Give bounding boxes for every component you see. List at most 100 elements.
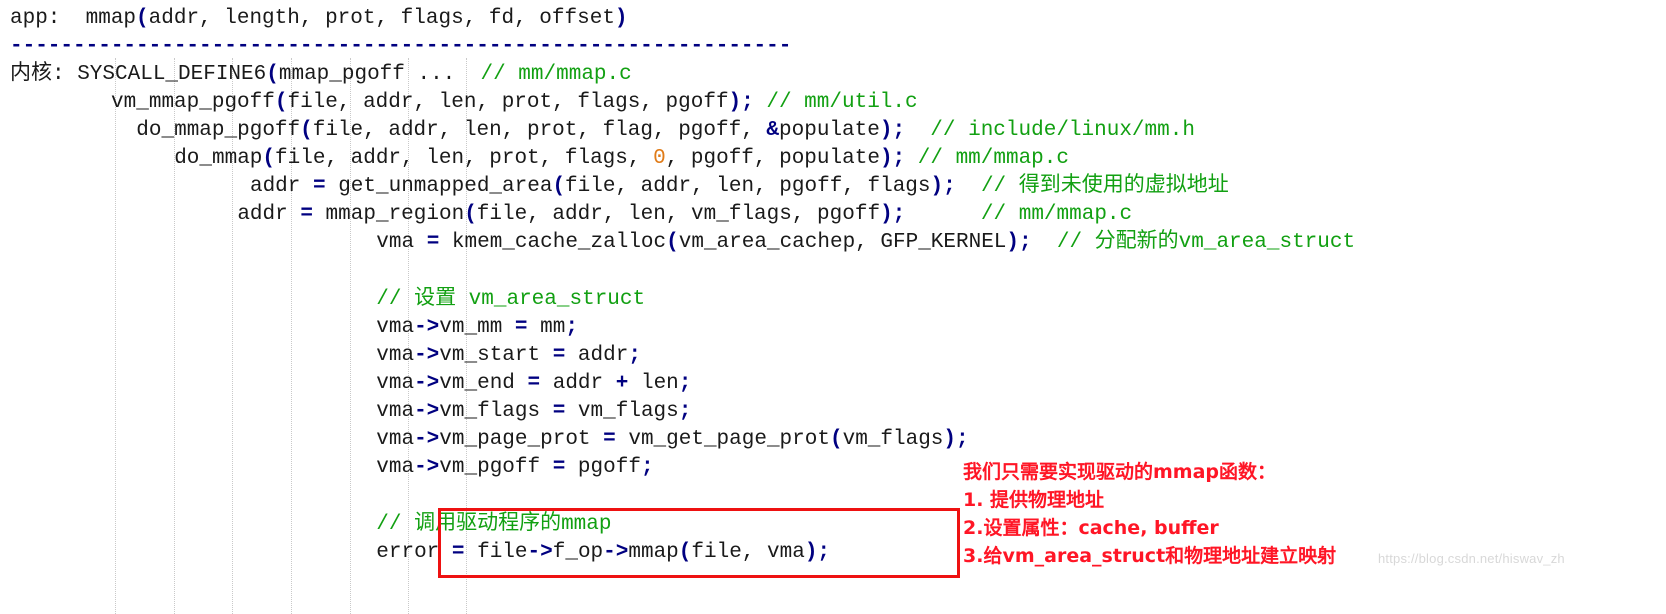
code-token: ); xyxy=(879,119,906,142)
code-token: ; xyxy=(628,344,641,367)
code-token: -> xyxy=(414,456,440,479)
code-token: addr, length, prot, flags, fd, offset xyxy=(148,7,615,30)
code-token: = xyxy=(514,316,528,339)
requirements-annotation: 我们只需要实现驱动的mmap函数： 1. 提供物理地址 2.设置属性：cache, … xyxy=(963,458,1336,570)
line-syscall: 内核: SYSCALL_DEFINE6(mmap_pgoff ... // mm… xyxy=(10,61,632,89)
code-token: = xyxy=(552,344,566,367)
code-token: ( xyxy=(829,428,843,451)
code-token: + xyxy=(615,372,629,395)
code-token: ( xyxy=(262,147,276,170)
code-token: vm_flags xyxy=(842,428,944,451)
code-token: = xyxy=(312,175,326,198)
code-token: ); xyxy=(879,147,906,170)
code-token: file, addr, len, prot, flags, pgoff xyxy=(287,91,729,114)
code-token: -> xyxy=(603,541,629,564)
code-token: vma xyxy=(376,400,415,423)
code-token: = xyxy=(300,203,313,226)
code-token: mmap_region xyxy=(312,203,465,226)
code-token: -> xyxy=(414,372,440,395)
code-token: file xyxy=(464,541,528,564)
code-token: // 调用驱动程序的mmap xyxy=(376,513,612,536)
code-token: ; xyxy=(640,456,654,479)
code-token: vma xyxy=(376,316,415,339)
code-token: mmap_pgoff ... xyxy=(278,63,481,86)
code-token: = xyxy=(451,541,465,564)
watermark-url: https://blog.csdn.net/hiswav_zh xyxy=(1378,551,1565,566)
line-separator: ----------------------------------------… xyxy=(10,33,791,61)
line-vm-pgoff: vma->vm_pgoff = pgoff; xyxy=(376,454,653,482)
code-listing: app: mmap(addr, length, prot, flags, fd,… xyxy=(0,0,1666,614)
code-token: -> xyxy=(414,400,440,423)
code-token: 内核: SYSCALL_DEFINE6 xyxy=(10,63,267,86)
code-token: , pgoff, populate xyxy=(665,147,880,170)
line-mmap-region: addr = mmap_region(file, addr, len, vm_f… xyxy=(237,201,1132,229)
code-token: file, addr, len, vm_flags, pgoff xyxy=(476,203,881,226)
code-token: // mm/mmap.c xyxy=(480,63,632,86)
code-token: = xyxy=(552,456,566,479)
code-token: ; xyxy=(565,316,578,339)
code-token: = xyxy=(603,428,616,451)
code-token: populate xyxy=(779,119,880,142)
code-token: get_unmapped_area xyxy=(325,175,553,198)
code-token: -> xyxy=(414,316,440,339)
code-token: ); xyxy=(728,91,754,114)
line-vm-mmap-pgoff: vm_mmap_pgoff(file, addr, len, prot, fla… xyxy=(111,89,918,117)
line-do-mmap: do_mmap(file, addr, len, prot, flags, 0,… xyxy=(174,145,1069,173)
code-token: -> xyxy=(414,428,440,451)
code-token: file, addr, len, prot, flag, pgoff, xyxy=(312,119,767,142)
code-token: f_op xyxy=(552,541,604,564)
annotation-line-3: 2.设置属性：cache, buffer xyxy=(963,517,1219,539)
line-file-op-mmap: error = file->f_op->mmap(file, vma); xyxy=(376,539,830,567)
code-token: addr xyxy=(540,372,616,395)
code-token: = xyxy=(426,231,440,254)
code-token: // include/linux/mm.h xyxy=(930,119,1195,142)
code-token: vma xyxy=(376,428,415,451)
code-token: ----------------------------------------… xyxy=(10,35,792,58)
code-token: addr xyxy=(237,203,301,226)
code-token: = xyxy=(527,372,541,395)
code-token: vm_flags xyxy=(565,400,679,423)
code-token: vm_get_page_prot xyxy=(615,428,830,451)
code-token: addr xyxy=(249,175,313,198)
code-token: vma xyxy=(376,372,415,395)
code-token: // mm/mmap.c xyxy=(917,147,1069,170)
code-token: // mm/util.c xyxy=(766,91,918,114)
code-token: ( xyxy=(678,541,692,564)
code-token: vm_mm xyxy=(439,316,515,339)
code-token: ( xyxy=(136,7,149,30)
code-token: ; xyxy=(678,400,692,423)
code-token: -> xyxy=(414,344,440,367)
code-token: vma xyxy=(376,231,427,254)
code-token: error xyxy=(376,541,452,564)
code-token: // mm/mmap.c xyxy=(980,203,1133,226)
code-token: ; xyxy=(678,372,692,395)
line-comment-setup: // 设置 vm_area_struct xyxy=(376,286,645,314)
code-token: & xyxy=(766,119,780,142)
line-kmem-cache-zalloc: vma = kmem_cache_zalloc(vm_area_cachep, … xyxy=(376,229,1355,257)
code-token: ( xyxy=(464,203,477,226)
code-token: app: mmap xyxy=(10,7,137,30)
line-get-unmapped-area: addr = get_unmapped_area(file, addr, len… xyxy=(250,173,1229,201)
code-token: // 分配新的vm_area_struct xyxy=(1056,231,1356,254)
code-token: vm_pgoff xyxy=(439,456,553,479)
code-token: ); xyxy=(943,428,969,451)
code-token: ); xyxy=(1006,231,1032,254)
line-vm-flags: vma->vm_flags = vm_flags; xyxy=(376,398,691,426)
code-token: vm_area_cachep, GFP_KERNEL xyxy=(678,231,1007,254)
code-token: file, addr, len, pgoff, flags xyxy=(565,175,931,198)
line-do-mmap-pgoff: do_mmap_pgoff(file, addr, len, prot, fla… xyxy=(136,117,1195,145)
code-token: pgoff xyxy=(565,456,641,479)
line-comment-call-driver: // 调用驱动程序的mmap xyxy=(376,511,611,539)
code-token: 0 xyxy=(653,147,666,170)
code-token: file, addr, len, prot, flags, xyxy=(275,147,654,170)
code-token: vm_page_prot xyxy=(439,428,604,451)
annotation-line-2: 1. 提供物理地址 xyxy=(963,489,1105,511)
code-token: ); xyxy=(880,203,906,226)
line-vm-mm: vma->vm_mm = mm; xyxy=(376,314,578,342)
code-token: do_mmap xyxy=(174,147,263,170)
